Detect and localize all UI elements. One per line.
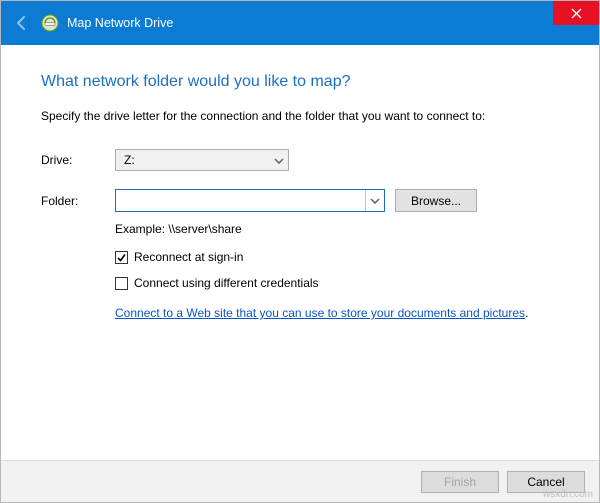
diffcreds-label: Connect using different credentials	[134, 276, 319, 290]
folder-combo[interactable]	[115, 189, 385, 212]
browse-button[interactable]: Browse...	[395, 189, 477, 212]
footer: Finish Cancel	[1, 460, 599, 502]
reconnect-checkbox[interactable]	[115, 251, 128, 264]
drive-icon	[41, 14, 59, 32]
chevron-down-icon[interactable]	[365, 190, 384, 211]
folder-input[interactable]	[116, 190, 365, 211]
back-arrow-icon	[9, 14, 35, 32]
page-heading: What network folder would you like to ma…	[41, 73, 563, 91]
reconnect-checkbox-row: Reconnect at sign-in	[115, 250, 563, 264]
example-text: Example: \\server\share	[115, 222, 563, 236]
connect-website-link[interactable]: Connect to a Web site that you can use t…	[115, 306, 525, 320]
folder-label: Folder:	[41, 194, 115, 208]
drive-label: Drive:	[41, 153, 115, 167]
diffcreds-checkbox-row: Connect using different credentials	[115, 276, 563, 290]
folder-row: Folder: Browse...	[41, 189, 563, 212]
watermark: wsxdn.com	[543, 489, 593, 500]
content-area: What network folder would you like to ma…	[1, 45, 599, 460]
instruction-text: Specify the drive letter for the connect…	[41, 109, 563, 123]
drive-select[interactable]: Z:	[115, 149, 289, 171]
window-title: Map Network Drive	[67, 16, 173, 30]
titlebar: Map Network Drive	[1, 1, 599, 45]
diffcreds-checkbox[interactable]	[115, 277, 128, 290]
drive-row: Drive: Z:	[41, 149, 563, 171]
finish-button[interactable]: Finish	[421, 471, 499, 493]
close-button[interactable]	[553, 1, 599, 25]
drive-value: Z:	[124, 153, 135, 167]
reconnect-label: Reconnect at sign-in	[134, 250, 243, 264]
map-network-drive-window: Map Network Drive What network folder wo…	[0, 0, 600, 503]
chevron-down-icon	[274, 153, 284, 167]
link-period: .	[525, 306, 528, 320]
website-link-row: Connect to a Web site that you can use t…	[115, 306, 563, 320]
